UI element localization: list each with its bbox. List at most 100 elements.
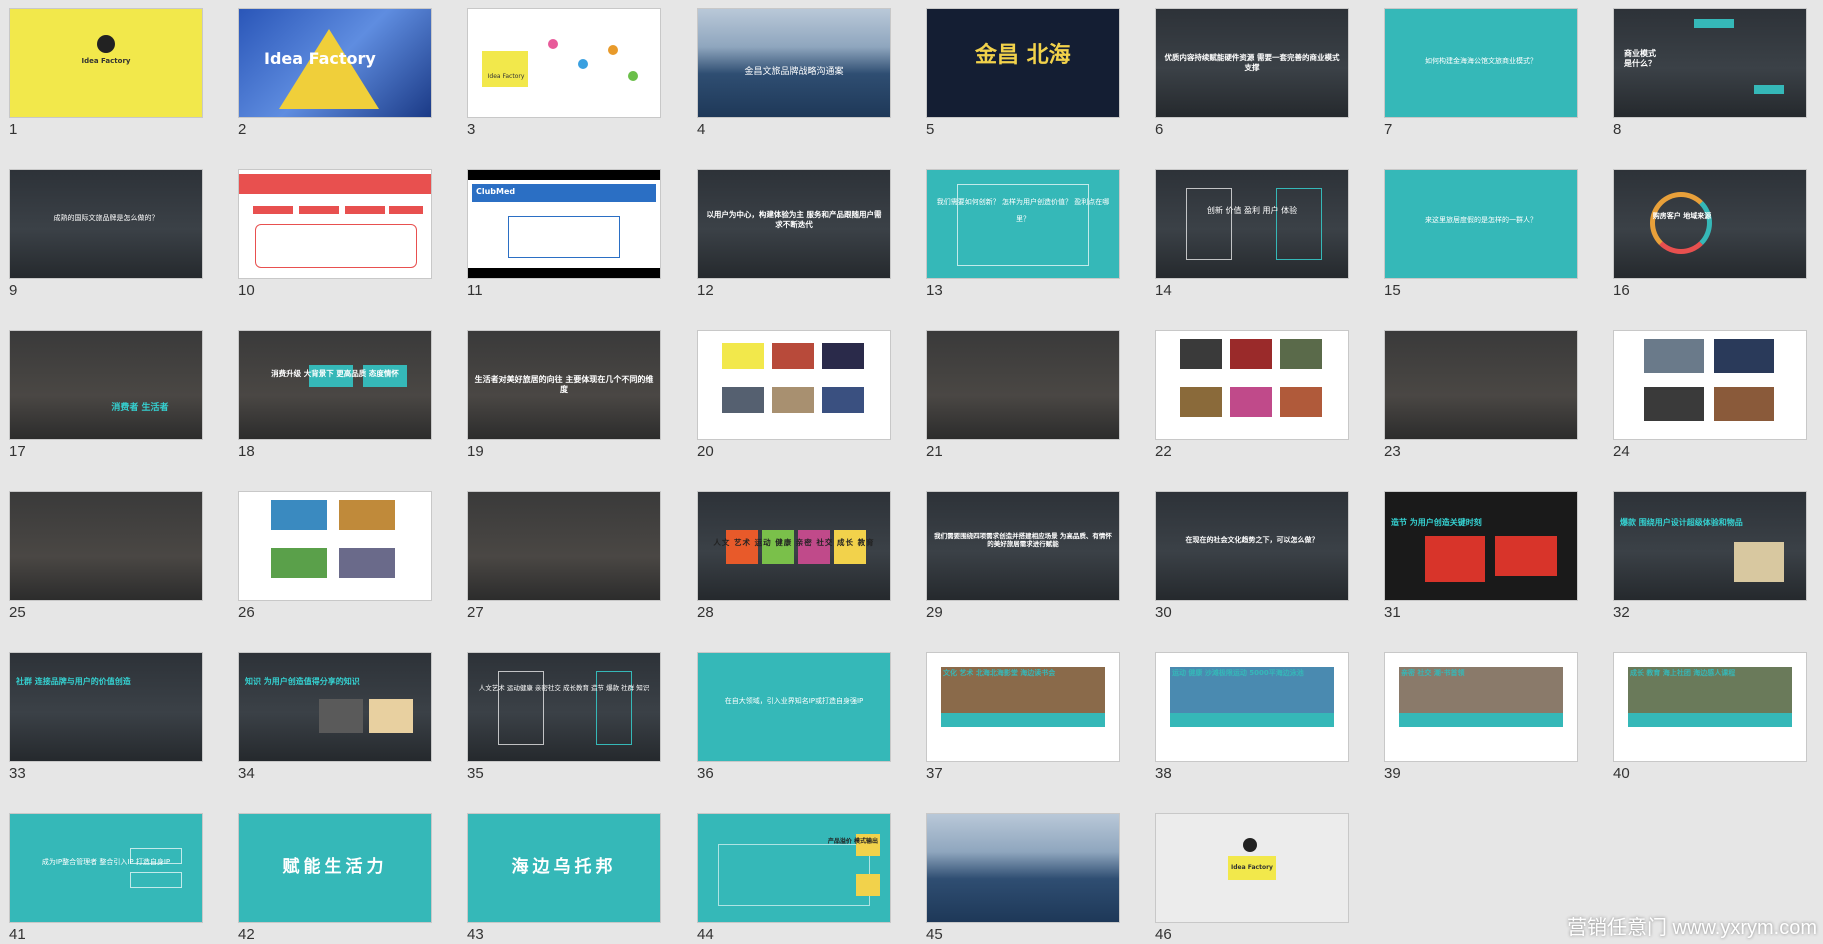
slide-canvas: 造节 为用户创造关键时刻 (1384, 491, 1578, 601)
node-bar (299, 206, 339, 214)
slide-text: Idea Factory (81, 57, 131, 65)
slide-thumbnail[interactable]: 亲密 社交 潮·书首领 39 (1384, 652, 1578, 782)
slide-thumbnail[interactable]: 金昌 北海 5 (926, 8, 1120, 138)
photo-tile (339, 500, 395, 530)
photo-tile (271, 548, 327, 578)
slide-thumbnail[interactable]: Idea Factory 1 (9, 8, 203, 138)
slide-text: 消费升级 大背景下 更高品质 态度情怀 (271, 369, 399, 378)
diagram-frame (718, 844, 870, 906)
slide-text: 赋能生活力 (282, 857, 388, 877)
slide-number: 25 (9, 604, 26, 621)
slide-thumbnail[interactable]: 25 (9, 491, 203, 621)
slide-thumbnail[interactable]: 造节 为用户创造关键时刻 31 (1384, 491, 1578, 621)
slide-thumbnail[interactable]: 在自大领域，引入业界知名IP或打造自身强IP 36 (697, 652, 891, 782)
slide-thumbnail[interactable]: 成为IP整合管理者 整合引入IP 打造自身IP 41 (9, 813, 203, 943)
slide-thumbnail[interactable]: 成熟的国际文旅品牌是怎么做的？ 9 (9, 169, 203, 299)
slide-text: 商业模式 是什么？ (1624, 49, 1656, 69)
slide-thumbnail[interactable]: 商业模式 是什么？ 8 (1613, 8, 1807, 138)
slide-number: 42 (238, 926, 255, 943)
logo-icon (1243, 838, 1257, 852)
slide-canvas (697, 330, 891, 440)
photo-tile (772, 387, 814, 413)
slide-text: 海边乌托邦 (511, 857, 617, 877)
slide-canvas: 成为IP整合管理者 整合引入IP 打造自身IP (9, 813, 203, 923)
slide-text: 如何构建金海海公馆文旅商业模式？ (1425, 57, 1537, 65)
slide-thumbnail[interactable]: 来这里旅居度假的是怎样的一群人？ 15 (1384, 169, 1578, 299)
slide-thumbnail[interactable]: 如何构建金海海公馆文旅商业模式？ 7 (1384, 8, 1578, 138)
slide-text: 生活者对美好旅居的向往 主要体现在几个不同的维度 (474, 375, 654, 395)
photo-tile (772, 343, 814, 369)
slide-thumbnail[interactable]: 赋能生活力 42 (238, 813, 432, 943)
slide-thumbnail[interactable]: 成长 教育 海上社团 海边感人课程 40 (1613, 652, 1807, 782)
photo-tile (1644, 387, 1704, 421)
slide-thumbnail[interactable]: 海边乌托邦 43 (467, 813, 661, 943)
frame-box (1186, 188, 1232, 260)
slide-thumbnail[interactable]: 人文艺术 运动健康 亲密社交 成长教育 造节 爆款 社群 知识 35 (467, 652, 661, 782)
slide-thumbnail[interactable]: 人文 艺术 运动 健康 亲密 社交 成长 教育 28 (697, 491, 891, 621)
donut-chart-icon (1650, 192, 1712, 254)
slide-number: 40 (1613, 765, 1630, 782)
slide-thumbnail[interactable]: 以用户为中心，构建体验为主 服务和产品跟随用户需求不断迭代 12 (697, 169, 891, 299)
slide-thumbnail[interactable]: 创新 价值 盈利 用户 体验 14 (1155, 169, 1349, 299)
slide-text: Idea Factory (487, 73, 525, 80)
slide-thumbnail[interactable]: 社群 连接品牌与用户的价值创造 33 (9, 652, 203, 782)
caption-bar (1628, 713, 1792, 727)
slide-thumbnail[interactable]: ClubMed 11 (467, 169, 661, 299)
node-bar (389, 206, 423, 214)
slide-thumbnail[interactable]: 27 (467, 491, 661, 621)
slide-thumbnail[interactable]: 22 (1155, 330, 1349, 460)
slide-thumbnail[interactable]: 20 (697, 330, 891, 460)
slide-thumbnail[interactable]: 文化 艺术 北海北海影堂 海边读书会 37 (926, 652, 1120, 782)
slide-thumbnail[interactable]: Idea Factory 2 (238, 8, 432, 138)
pyramid-shape (279, 29, 379, 109)
slide-thumbnail[interactable]: 产品溢价 模式输出 44 (697, 813, 891, 943)
slide-number: 22 (1155, 443, 1172, 460)
slide-thumbnail[interactable]: 我们需要围绕四项需求创造并搭建相应场景 为高品质、有情怀的美好旅居需求进行赋能 … (926, 491, 1120, 621)
slide-thumbnail[interactable]: 爆款 围绕用户设计超级体验和物品 32 (1613, 491, 1807, 621)
photo-tile (1714, 387, 1774, 421)
slide-thumbnail[interactable]: 优质内容持续赋能硬件资源 需要一套完善的商业模式支撑 6 (1155, 8, 1349, 138)
node-dot (628, 71, 638, 81)
slide-thumbnail[interactable]: Idea Factory 3 (467, 8, 661, 138)
accent-bar (1754, 85, 1784, 94)
slide-thumbnail[interactable]: 知识 为用户创造值得分享的知识 34 (238, 652, 432, 782)
slide-thumbnail[interactable]: 在现在的社会文化趋势之下，可以怎么做？ 30 (1155, 491, 1349, 621)
slide-text: ClubMed (476, 187, 516, 196)
photo-tile (822, 387, 864, 413)
slide-text: 运动 健康 沙滩极限运动 5000平海边泳池 (1172, 669, 1304, 677)
slide-thumbnail[interactable]: 24 (1613, 330, 1807, 460)
slide-thumbnail[interactable]: Idea Factory 46 (1155, 813, 1349, 943)
photo-tile (1180, 387, 1222, 417)
slide-thumbnail[interactable]: 购房客户 地域来源 16 (1613, 169, 1807, 299)
photo-tile (822, 343, 864, 369)
slide-thumbnail[interactable]: 生活者对美好旅居的向往 主要体现在几个不同的维度 19 (467, 330, 661, 460)
slide-text: 我们需要围绕四项需求创造并搭建相应场景 为高品质、有情怀的美好旅居需求进行赋能 (934, 532, 1112, 549)
slide-thumbnail[interactable]: 金昌文旅品牌战略沟通案 4 (697, 8, 891, 138)
highlight-box (856, 874, 880, 896)
photo-tile (1230, 387, 1272, 417)
slide-thumbnail[interactable]: 10 (238, 169, 432, 299)
slide-thumbnail[interactable]: 我们需要如何创新？ 怎样为用户创造价值？ 盈利点在哪里？ 13 (926, 169, 1120, 299)
slide-thumbnail[interactable]: 21 (926, 330, 1120, 460)
slide-thumbnail[interactable]: 23 (1384, 330, 1578, 460)
photo-tile (271, 500, 327, 530)
slide-text: 消费者 生活者 (111, 403, 169, 413)
slide-number: 43 (467, 926, 484, 943)
slide-text: 优质内容持续赋能硬件资源 需要一套完善的商业模式支撑 (1164, 53, 1340, 72)
slide-number: 27 (467, 604, 484, 621)
diagram-frame (255, 224, 417, 268)
slide-thumbnail[interactable]: 45 (926, 813, 1120, 943)
slide-canvas: 运动 健康 沙滩极限运动 5000平海边泳池 (1155, 652, 1349, 762)
slide-thumbnail[interactable]: 消费升级 大背景下 更高品质 态度情怀 18 (238, 330, 432, 460)
slide-canvas: 在自大领域，引入业界知名IP或打造自身强IP (697, 652, 891, 762)
slide-text: 金昌文旅品牌战略沟通案 (744, 67, 844, 77)
slide-number: 8 (1613, 121, 1622, 138)
watermark-text: 营销任意门 www.yxrym.com (1567, 917, 1817, 939)
photo-tile (1280, 387, 1322, 417)
slide-canvas: 我们需要围绕四项需求创造并搭建相应场景 为高品质、有情怀的美好旅居需求进行赋能 (926, 491, 1120, 601)
slide-thumbnail[interactable]: 26 (238, 491, 432, 621)
slide-thumbnail[interactable]: 消费者 生活者 17 (9, 330, 203, 460)
slide-thumbnail[interactable]: 运动 健康 沙滩极限运动 5000平海边泳池 38 (1155, 652, 1349, 782)
slide-text: Idea Factory (1231, 864, 1273, 871)
slide-number: 3 (467, 121, 476, 138)
